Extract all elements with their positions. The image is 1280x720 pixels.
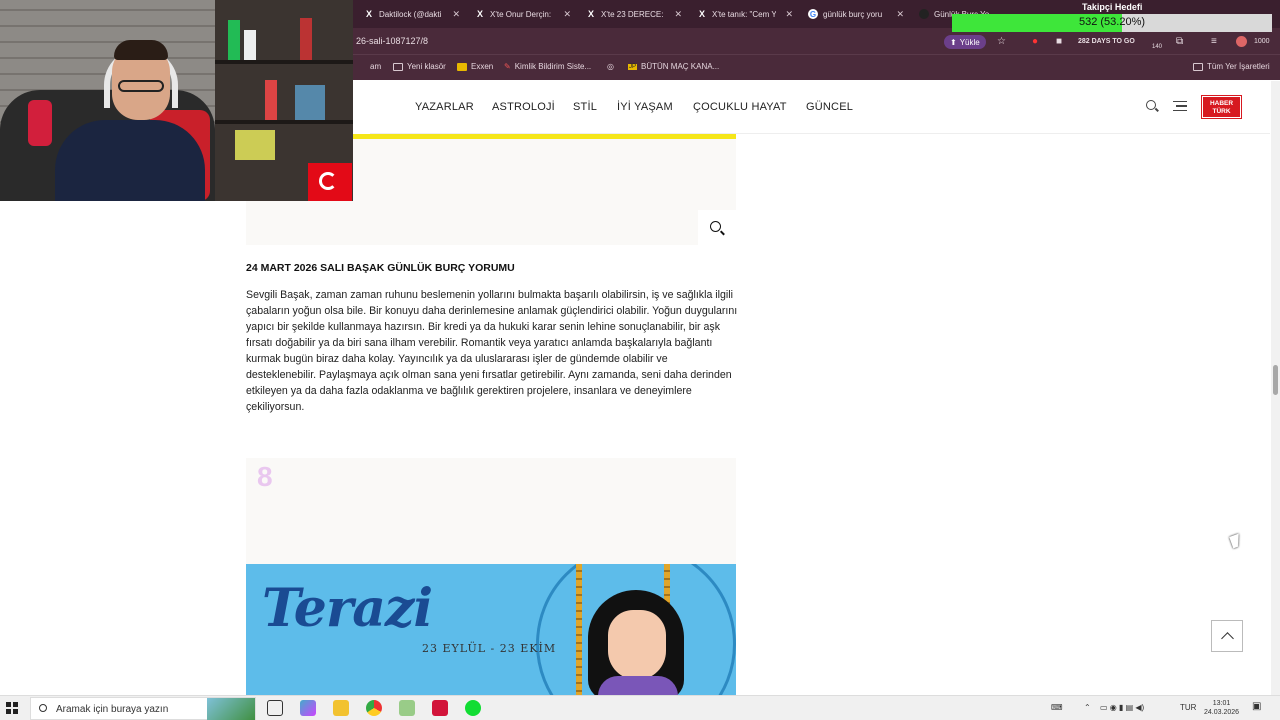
page-icon [919, 9, 929, 19]
pen-icon: ✎ [504, 62, 511, 71]
banner-dates: 23 EYLÜL - 23 EKİM [422, 642, 557, 655]
language-indicator[interactable]: TUR [1180, 703, 1196, 712]
copilot-icon[interactable] [300, 700, 316, 716]
image-placeholder [246, 458, 736, 564]
bookmark[interactable]: JP BÜTÜN MAÇ KANA... [628, 62, 719, 71]
x-logo-icon: X [698, 9, 705, 19]
search-icon[interactable] [1146, 100, 1156, 110]
browser-tab[interactable]: X Daktilock (@dakti ✕ [358, 4, 464, 24]
search-icon [710, 221, 721, 232]
scrollbar-thumb[interactable] [1273, 365, 1278, 395]
profile-count: 1000 [1254, 38, 1270, 45]
bookmark[interactable]: Yeni klasör [393, 62, 446, 71]
image-placeholder [246, 201, 353, 245]
bookmark[interactable]: am [370, 62, 381, 71]
star-icon[interactable]: ☆ [997, 36, 1006, 47]
follower-goal-bar: 532 (53.20%) [952, 14, 1272, 32]
clock[interactable]: 13:01 24.03.2026 [1204, 699, 1239, 717]
taskbar: Aramak için buraya yazın ⌨ ⌃ ▭ ◉ ▮ ▤ ◀) … [0, 695, 1280, 720]
screen: X Daktilock (@dakti ✕ X X'te Onur Derçin… [0, 0, 1280, 720]
close-icon[interactable]: ✕ [674, 9, 682, 20]
extension-icon[interactable]: ■ [1056, 36, 1062, 47]
illustration [598, 676, 678, 695]
folder-icon [1193, 62, 1203, 71]
article-heading: 24 MART 2026 SALI BAŞAK GÜNLÜK BURÇ YORU… [246, 262, 515, 274]
bookmark[interactable]: ◎ [607, 62, 614, 71]
browser-tab[interactable]: X X'te Onur Derçin: ✕ [469, 4, 575, 24]
google-icon: G [808, 9, 818, 19]
hamburger-menu-icon[interactable] [1173, 101, 1187, 111]
bookmark[interactable]: Exxen [457, 62, 493, 71]
browser-tab[interactable]: G günlük burç yoru ✕ [802, 4, 908, 24]
keyboard-icon[interactable]: ⌨ [1051, 703, 1063, 712]
jp-icon: JP [628, 63, 638, 70]
site-header: YAZARLAR ASTROLOJİ STİL İYİ YAŞAM ÇOCUKL… [370, 81, 1270, 134]
x-logo-icon: X [587, 9, 594, 19]
close-icon[interactable]: ✕ [563, 9, 571, 20]
days-badge[interactable]: 282 DAYS TO GO [1078, 38, 1135, 45]
taskbar-search[interactable]: Aramak için buraya yazın [30, 697, 256, 720]
upload-icon: ⬆ [950, 37, 957, 47]
nav-astroloji[interactable]: ASTROLOJİ [492, 101, 555, 113]
menu-icon[interactable]: ≡ [1211, 36, 1217, 47]
tray-icons[interactable]: ▭ ◉ ▮ ▤ ◀) [1100, 703, 1144, 712]
nav-cocuklu-hayat[interactable]: ÇOCUKLU HAYAT [693, 101, 787, 113]
extensions-icon[interactable]: ⧉ [1176, 36, 1183, 47]
haberturk-logo[interactable]: HABER TÜRK [1201, 95, 1242, 119]
x-logo-icon: X [365, 9, 372, 19]
x-logo-icon: X [476, 9, 483, 19]
exxen-icon [457, 62, 467, 71]
nav-yazarlar[interactable]: YAZARLAR [415, 101, 474, 113]
extension-icon[interactable]: ● [1032, 36, 1038, 47]
task-view-icon[interactable] [267, 700, 283, 716]
webcam-feed [0, 0, 353, 201]
bookmark[interactable]: ✎ Kimlik Bildirim Siste... [504, 62, 591, 71]
app-icon[interactable] [399, 700, 415, 716]
url-field[interactable]: 26-sali-1087127/8 [356, 36, 428, 46]
goal-title: Takipçi Hedefi [1082, 2, 1143, 12]
globe-icon: ◎ [607, 62, 614, 71]
nav-guncel[interactable]: GÜNCEL [806, 101, 853, 113]
nav-stil[interactable]: STİL [573, 101, 597, 113]
upload-button[interactable]: ⬆ Yükle [944, 35, 986, 49]
swing-chain [576, 564, 582, 695]
file-explorer-icon[interactable] [333, 700, 349, 716]
notification-icon[interactable]: ▣ [1252, 701, 1261, 712]
item-number: 8 [257, 461, 273, 492]
all-bookmarks[interactable]: Tüm Yer İşaretleri [1193, 62, 1270, 71]
chevron-up-icon[interactable]: ⌃ [1084, 703, 1091, 712]
scroll-to-top-button[interactable] [1211, 620, 1243, 652]
close-icon[interactable]: ✕ [896, 9, 904, 20]
search-highlight-image [207, 698, 255, 720]
counter-badge: 140 [1152, 44, 1163, 50]
app-icon[interactable] [465, 700, 481, 716]
browser-tab[interactable]: X X'te 23 DERECE: ✕ [580, 4, 686, 24]
illustration [608, 610, 666, 680]
avatar[interactable] [1236, 36, 1247, 47]
mouse-cursor-icon [1229, 533, 1243, 549]
nav-iyi-yasam[interactable]: İYİ YAŞAM [617, 101, 673, 113]
search-icon [39, 704, 47, 712]
image-placeholder [353, 139, 736, 245]
browser-tab[interactable]: X X'te tanık: "Cem Y ✕ [691, 4, 797, 24]
close-icon[interactable]: ✕ [785, 9, 793, 20]
windows-start-icon[interactable] [6, 702, 18, 714]
banner-title: Terazi [262, 578, 433, 639]
app-icon[interactable] [432, 700, 448, 716]
goal-progress-text: 532 (53.20%) [1078, 16, 1146, 28]
close-icon[interactable]: ✕ [452, 9, 460, 20]
chrome-icon[interactable] [366, 700, 382, 716]
article-body: Sevgili Başak, zaman zaman ruhunu beslem… [246, 289, 738, 413]
folder-icon [393, 62, 403, 71]
zodiac-banner: Terazi 23 EYLÜL - 23 EKİM [246, 564, 736, 695]
zoom-button[interactable] [698, 210, 736, 246]
